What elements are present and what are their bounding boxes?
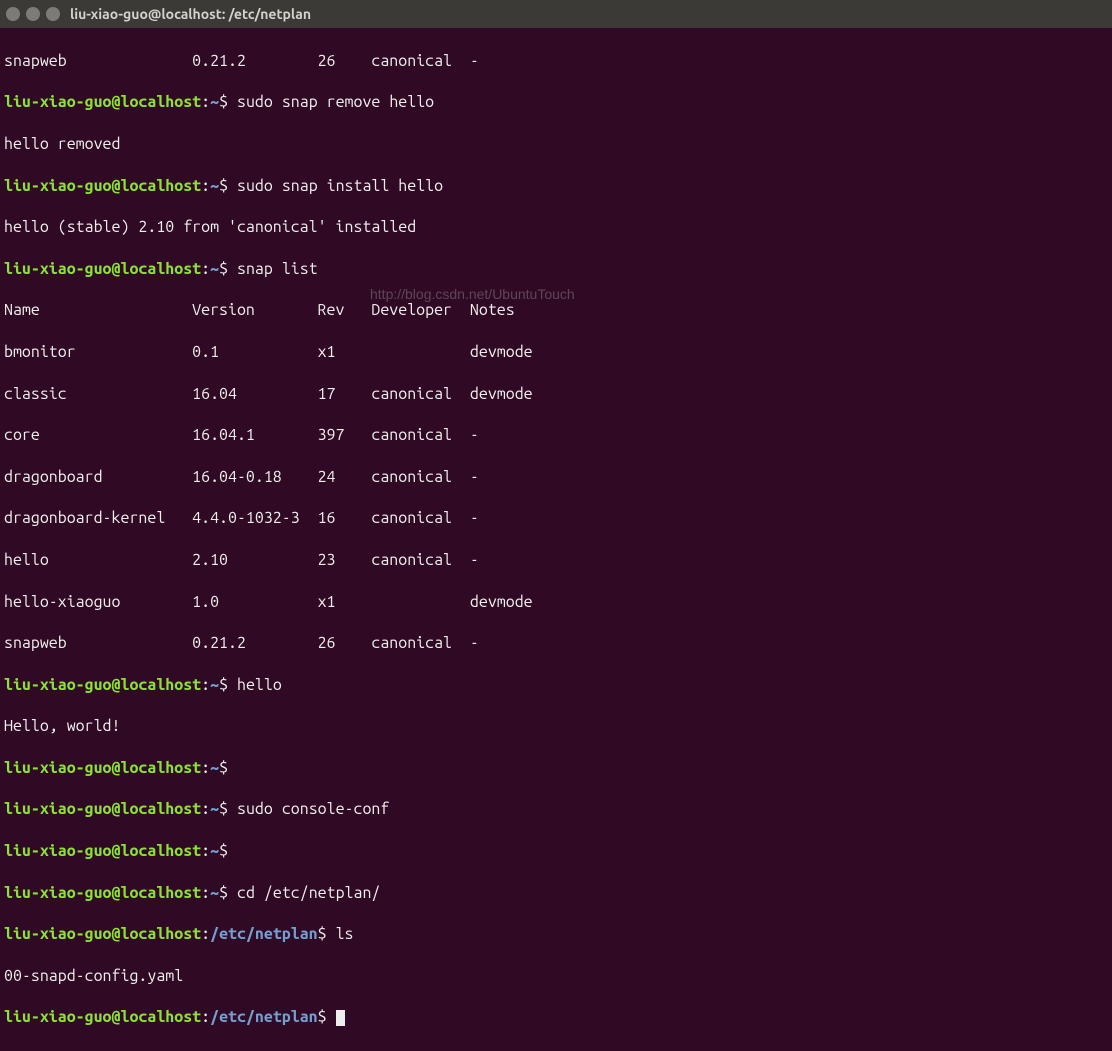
prompt-line: liu-xiao-guo@localhost:~$ sudo console-c… bbox=[4, 799, 1108, 820]
command-text: sudo snap install hello bbox=[237, 177, 443, 195]
prompt-line: liu-xiao-guo@localhost:~$ sudo snap remo… bbox=[4, 92, 1108, 113]
prompt-user: liu-xiao-guo bbox=[4, 93, 112, 111]
command-text: ls bbox=[336, 925, 354, 943]
prompt-host: localhost bbox=[121, 93, 202, 111]
table-row: dragonboard 16.04-0.18 24 canonical - bbox=[4, 467, 1108, 488]
prompt-line: liu-xiao-guo@localhost:~$ cd /etc/netpla… bbox=[4, 883, 1108, 904]
prompt-at: @ bbox=[112, 93, 121, 111]
prompt-line: liu-xiao-guo@localhost:/etc/netplan$ ls bbox=[4, 924, 1108, 945]
maximize-icon[interactable] bbox=[46, 7, 60, 21]
command-text: snap list bbox=[237, 260, 318, 278]
cursor-icon bbox=[336, 1010, 345, 1026]
window-titlebar: liu-xiao-guo@localhost: /etc/netplan bbox=[0, 0, 1112, 28]
close-icon[interactable] bbox=[6, 7, 20, 21]
table-row: core 16.04.1 397 canonical - bbox=[4, 425, 1108, 446]
prompt-line: liu-xiao-guo@localhost:~$ hello bbox=[4, 675, 1108, 696]
table-header: Name Version Rev Developer Notes bbox=[4, 300, 1108, 321]
prompt-line-current[interactable]: liu-xiao-guo@localhost:/etc/netplan$ bbox=[4, 1007, 1108, 1028]
table-row: bmonitor 0.1 x1 devmode bbox=[4, 342, 1108, 363]
window-title: liu-xiao-guo@localhost: /etc/netplan bbox=[70, 5, 311, 23]
output-line: hello removed bbox=[4, 134, 1108, 155]
output-line: snapweb 0.21.2 26 canonical - bbox=[4, 51, 1108, 72]
table-row: snapweb 0.21.2 26 canonical - bbox=[4, 633, 1108, 654]
prompt-line: liu-xiao-guo@localhost:~$ sudo snap inst… bbox=[4, 176, 1108, 197]
table-row: classic 16.04 17 canonical devmode bbox=[4, 384, 1108, 405]
table-row: dragonboard-kernel 4.4.0-1032-3 16 canon… bbox=[4, 508, 1108, 529]
output-line: hello (stable) 2.10 from 'canonical' ins… bbox=[4, 217, 1108, 238]
command-text: cd /etc/netplan/ bbox=[237, 884, 380, 902]
terminal-output[interactable]: snapweb 0.21.2 26 canonical - liu-xiao-g… bbox=[0, 28, 1112, 1051]
command-text: hello bbox=[237, 676, 282, 694]
table-row: hello 2.10 23 canonical - bbox=[4, 550, 1108, 571]
minimize-icon[interactable] bbox=[26, 7, 40, 21]
table-row: hello-xiaoguo 1.0 x1 devmode bbox=[4, 592, 1108, 613]
command-text: sudo snap remove hello bbox=[237, 93, 434, 111]
output-line: 00-snapd-config.yaml bbox=[4, 966, 1108, 987]
prompt-path: ~ bbox=[210, 93, 219, 111]
prompt-dollar: $ bbox=[219, 93, 228, 111]
output-line: Hello, world! bbox=[4, 716, 1108, 737]
prompt-line: liu-xiao-guo@localhost:~$ bbox=[4, 758, 1108, 779]
prompt-line: liu-xiao-guo@localhost:~$ bbox=[4, 841, 1108, 862]
prompt-colon: : bbox=[201, 93, 210, 111]
prompt-path: /etc/netplan bbox=[210, 925, 318, 943]
prompt-line: liu-xiao-guo@localhost:~$ snap list bbox=[4, 259, 1108, 280]
command-text: sudo console-conf bbox=[237, 800, 389, 818]
